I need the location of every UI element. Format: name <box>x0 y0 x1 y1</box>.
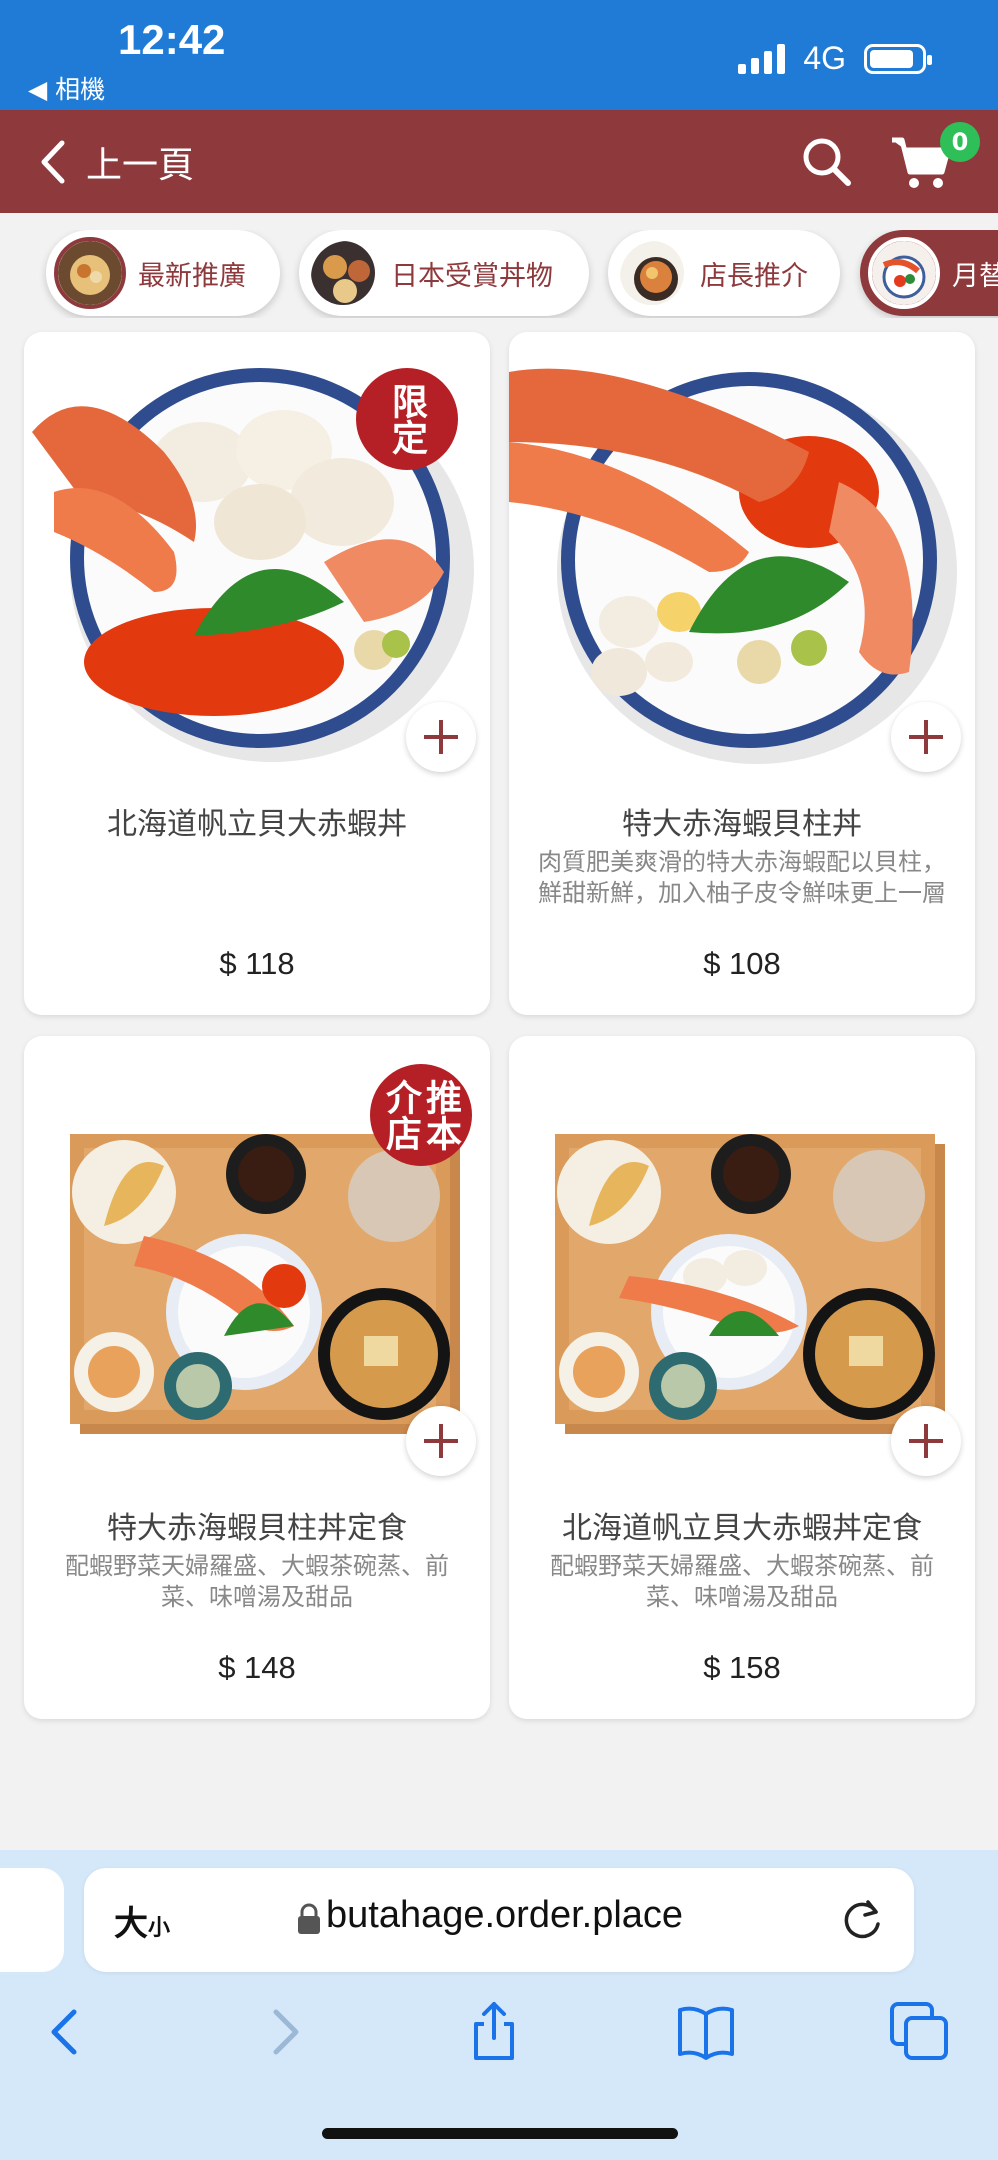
bookmarks-icon[interactable] <box>674 2000 738 2064</box>
product-price: $ 108 <box>703 946 781 981</box>
product-card[interactable]: 特大赤海蝦貝柱丼 肉質肥美爽滑的特大赤海蝦配以貝柱，鮮甜新鮮，加入柚子皮令鮮味更… <box>509 332 975 1015</box>
back-to-app-link[interactable]: ◀ 相機 <box>28 70 105 106</box>
limited-badge: 限定 <box>356 368 458 470</box>
share-icon[interactable] <box>462 2000 526 2064</box>
tab-label: 月替 <box>952 260 998 292</box>
tab-monthly-special[interactable]: 月替 <box>860 230 998 316</box>
text-size-small: 小 <box>148 1916 171 1941</box>
app-header: 上一頁 0 <box>0 110 998 213</box>
add-to-cart-button[interactable] <box>891 702 961 772</box>
tab-label: 日本受賞丼物 <box>391 260 553 292</box>
product-card[interactable]: 北海道帆立貝大赤蝦丼定食 配蝦野菜天婦羅盛、大蝦茶碗蒸、前菜、味噌湯及甜品 $ … <box>509 1036 975 1719</box>
text-size-button[interactable]: 大小 <box>114 1896 170 1945</box>
cart-count-badge: 0 <box>940 122 980 162</box>
text-size-big: 大 <box>114 1904 148 1944</box>
store-recommend-badge: 推本介店 <box>370 1064 472 1166</box>
tab-label: 最新推廣 <box>138 260 246 292</box>
cart-button[interactable]: 0 <box>888 122 980 198</box>
category-thumbnail <box>307 237 379 309</box>
product-price: $ 158 <box>703 1650 781 1685</box>
tabs-icon[interactable] <box>888 2000 952 2064</box>
product-name: 北海道帆立貝大赤蝦丼定食 <box>562 1511 922 1546</box>
browser-toolbar: 大小 butahage.order.place <box>0 1850 998 2160</box>
product-card[interactable]: 限定 北海道帆立貝大赤蝦丼 $ 118 <box>24 332 490 1015</box>
tab-label: 店長推介 <box>700 260 808 292</box>
previous-tab-preview[interactable] <box>0 1868 64 1972</box>
home-indicator <box>322 2128 678 2139</box>
product-image-scallop-shrimp-set <box>555 1134 945 1434</box>
url-text[interactable]: butahage.order.place <box>326 1894 683 1937</box>
search-button[interactable] <box>800 135 854 189</box>
product-card[interactable]: 推本介店 特大赤海蝦貝柱丼定食 配蝦野菜天婦羅盛、大蝦茶碗蒸、前菜、味噌湯及甜品… <box>24 1036 490 1719</box>
add-to-cart-button[interactable] <box>406 702 476 772</box>
category-thumbnail <box>616 237 688 309</box>
lock-icon <box>298 1903 320 1934</box>
tab-award-donburi[interactable]: 日本受賞丼物 <box>299 230 589 316</box>
battery-icon <box>864 43 932 74</box>
category-tabs: 最新推廣 日本受賞丼物 店長推介 月替 <box>0 230 998 318</box>
product-description: 肉質肥美爽滑的特大赤海蝦配以貝柱，鮮甜新鮮，加入柚子皮令鮮味更上一層 <box>538 848 946 907</box>
category-thumbnail <box>54 237 126 309</box>
product-name: 特大赤海蝦貝柱丼定食 <box>107 1511 407 1546</box>
product-price: $ 148 <box>218 1650 296 1685</box>
nav-back-icon[interactable] <box>34 2000 98 2064</box>
product-name: 北海道帆立貝大赤蝦丼 <box>107 807 407 842</box>
network-type: 4G <box>803 40 846 76</box>
tab-manager-recommend[interactable]: 店長推介 <box>608 230 840 316</box>
back-button[interactable]: 上一頁 <box>40 136 194 188</box>
product-image-red-shrimp-scallop-don <box>509 368 957 764</box>
back-label: 上一頁 <box>86 145 195 186</box>
status-bar: 12:42 ◀ 相機 4G <box>0 0 998 110</box>
product-description: 配蝦野菜天婦羅盛、大蝦茶碗蒸、前菜、味噌湯及甜品 <box>550 1552 934 1611</box>
status-indicators: 4G <box>738 40 932 77</box>
reload-icon[interactable] <box>840 1896 886 1942</box>
add-to-cart-button[interactable] <box>406 1406 476 1476</box>
address-bar[interactable]: 大小 butahage.order.place <box>84 1868 914 1972</box>
product-description: 配蝦野菜天婦羅盛、大蝦茶碗蒸、前菜、味噌湯及甜品 <box>65 1552 449 1611</box>
add-to-cart-button[interactable] <box>891 1406 961 1476</box>
category-thumbnail <box>868 237 940 309</box>
product-name: 特大赤海蝦貝柱丼 <box>622 807 862 842</box>
back-chevron-icon <box>41 140 65 184</box>
product-price: $ 118 <box>219 946 295 981</box>
search-icon <box>803 138 851 186</box>
nav-forward-icon[interactable] <box>252 2000 316 2064</box>
tab-latest-promotion[interactable]: 最新推廣 <box>46 230 280 316</box>
status-time: 12:42 <box>118 16 226 63</box>
signal-icon <box>738 43 786 74</box>
